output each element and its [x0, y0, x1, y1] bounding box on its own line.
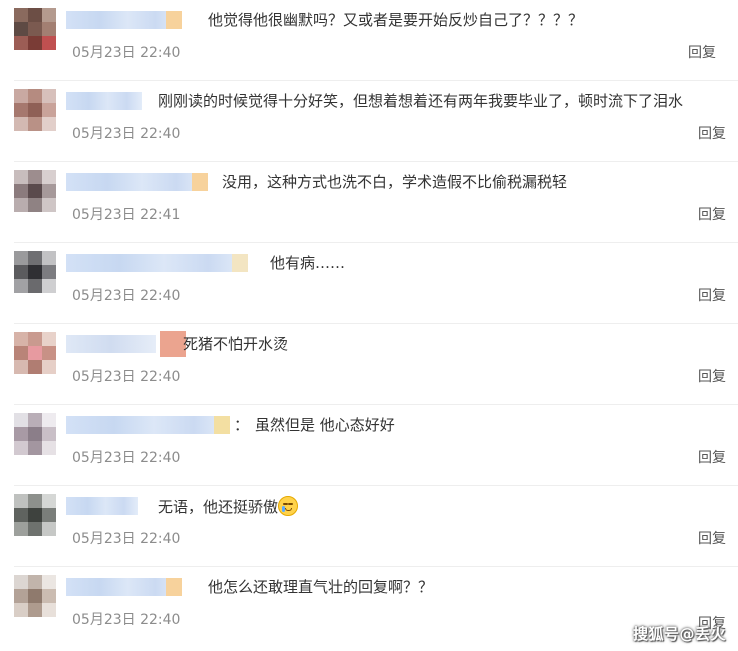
- comment-time: 05月23日 22:40: [72, 369, 181, 385]
- comment-text: 他怎么还敢理直气壮的回复啊？？: [208, 578, 434, 596]
- reply-button[interactable]: 回复: [698, 287, 726, 305]
- comment-text: 他有病……: [270, 254, 346, 272]
- comment-time: 05月23日 22:40: [72, 126, 181, 142]
- comment-prefix: ：: [234, 416, 250, 434]
- username-blurred[interactable]: [66, 331, 186, 357]
- avatar[interactable]: [14, 575, 56, 617]
- reply-button[interactable]: 回复: [688, 44, 716, 62]
- comment-time: 05月23日 22:40: [72, 612, 181, 628]
- comment-time: 05月23日 22:40: [72, 450, 181, 466]
- username-blurred[interactable]: [66, 497, 138, 515]
- reply-button[interactable]: 回复: [698, 368, 726, 386]
- comment-time: 05月23日 22:40: [72, 531, 181, 547]
- comment-item: 他觉得他很幽默吗？又或者是要开始反炒自己了？？？？ 05月23日 22:40 回…: [0, 0, 738, 81]
- reply-button[interactable]: 回复: [698, 206, 726, 224]
- comment-text: 虽然但是 他心态好好: [255, 416, 395, 434]
- watermark: 搜狐号@丢火: [632, 625, 726, 643]
- username-blurred[interactable]: [66, 173, 208, 191]
- comment-text: 刚刚读的时候觉得十分好笑，但想着想着还有两年我要毕业了，顿时流下了泪水: [158, 92, 684, 110]
- username-blurred[interactable]: [66, 92, 142, 110]
- avatar[interactable]: [14, 251, 56, 293]
- avatar[interactable]: [14, 8, 56, 50]
- comment-item: 无语，他还挺骄傲 05月23日 22:40 回复: [0, 486, 738, 567]
- comment-time: 05月23日 22:40: [72, 288, 181, 304]
- comment-text: 死猪不怕开水烫: [183, 335, 289, 353]
- comment-text: 他觉得他很幽默吗？又或者是要开始反炒自己了？？？？: [208, 11, 584, 29]
- avatar[interactable]: [14, 494, 56, 536]
- username-blurred[interactable]: [66, 11, 182, 29]
- avatar[interactable]: [14, 413, 56, 455]
- comment-item: 他怎么还敢理直气壮的回复啊？？ 05月23日 22:40 回复: [0, 567, 738, 648]
- comment-text: 无语，他还挺骄傲: [158, 496, 299, 517]
- reply-button[interactable]: 回复: [698, 449, 726, 467]
- comment-item: 没用，这种方式也洗不白，学术造假不比偷税漏税轻 05月23日 22:41 回复: [0, 162, 738, 243]
- comment-text-content: 无语，他还挺骄傲: [158, 498, 279, 516]
- username-blurred[interactable]: [66, 416, 230, 434]
- comment-item: ： 虽然但是 他心态好好 05月23日 22:40 回复: [0, 405, 738, 486]
- comment-text: 没用，这种方式也洗不白，学术造假不比偷税漏税轻: [222, 173, 568, 191]
- username-blurred[interactable]: [66, 254, 248, 272]
- username-blurred[interactable]: [66, 578, 182, 596]
- comment-time: 05月23日 22:41: [72, 207, 181, 223]
- comment-item: 刚刚读的时候觉得十分好笑，但想着想着还有两年我要毕业了，顿时流下了泪水 05月2…: [0, 81, 738, 162]
- comment-item: 死猪不怕开水烫 05月23日 22:40 回复: [0, 324, 738, 405]
- comment-time: 05月23日 22:40: [72, 45, 181, 61]
- avatar[interactable]: [14, 89, 56, 131]
- reply-button[interactable]: 回复: [698, 530, 726, 548]
- comment-item: 他有病…… 05月23日 22:40 回复: [0, 243, 738, 324]
- avatar[interactable]: [14, 332, 56, 374]
- crying-face-icon: [278, 496, 299, 516]
- avatar[interactable]: [14, 170, 56, 212]
- reply-button[interactable]: 回复: [698, 125, 726, 143]
